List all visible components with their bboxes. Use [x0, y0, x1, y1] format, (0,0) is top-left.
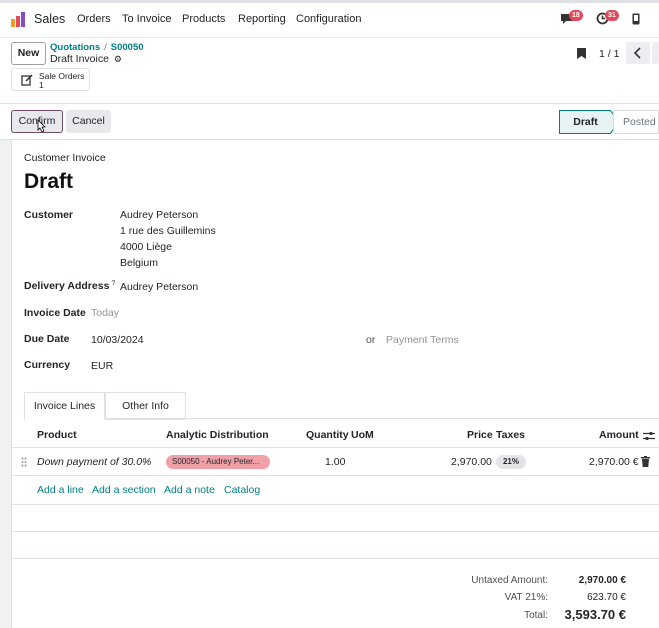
col-taxes[interactable]: Taxes [496, 429, 525, 441]
breadcrumb-separator: / [104, 42, 107, 53]
invoice-date-input[interactable]: Today [91, 307, 119, 319]
sales-app-icon[interactable] [11, 12, 27, 27]
col-analytic[interactable]: Analytic Distribution [166, 429, 269, 441]
currency-value[interactable]: EUR [91, 360, 113, 372]
pager-value: 1 / 1 [599, 48, 620, 60]
top-navbar: Sales Orders To Invoice Products Reporti… [0, 0, 659, 38]
breadcrumb-order[interactable]: S00050 [111, 42, 144, 53]
due-date-input[interactable]: 10/03/2024 [91, 334, 144, 346]
col-amount[interactable]: Amount [599, 429, 639, 441]
smart-button-count: 1 [39, 80, 44, 90]
notebook-tabs: Invoice Lines Other Info [24, 392, 659, 420]
chevron-left-icon [633, 47, 641, 59]
due-date-label: Due Date [24, 333, 70, 345]
row-divider [12, 504, 659, 505]
vat-label: VAT 21%: [504, 592, 548, 603]
document-name: Draft [24, 170, 74, 193]
mouse-cursor-icon [37, 119, 46, 133]
total-value: 3,593.70 € [564, 607, 626, 622]
menu-products[interactable]: Products [182, 13, 225, 25]
add-section-link[interactable]: Add a section [92, 484, 156, 496]
status-draft[interactable]: Draft [559, 110, 611, 134]
status-bar: Draft Posted [559, 110, 659, 134]
chat-badge: 18 [569, 10, 583, 21]
tax-tag[interactable]: 21% [496, 455, 526, 469]
vat-value: 623.70 € [587, 592, 626, 603]
column-settings-icon[interactable] [643, 431, 655, 441]
help-icon[interactable]: ? [111, 280, 115, 287]
customer-city: 4000 Liège [120, 241, 172, 253]
customer-name[interactable]: Audrey Peterson [120, 209, 198, 221]
customer-label: Customer [24, 209, 74, 221]
customer-street: 1 rue des Guillemins [120, 225, 216, 237]
catalog-link[interactable]: Catalog [224, 484, 260, 496]
currency-label: Currency [24, 359, 71, 371]
col-quantity[interactable]: Quantity [306, 429, 349, 441]
breadcrumb: Quotations / S00050 [50, 42, 144, 53]
activity-badge: 31 [605, 10, 619, 21]
or-label: or [366, 334, 376, 346]
new-button[interactable]: New [11, 42, 46, 65]
control-panel: New Quotations / S00050 Draft Invoice ⚙ Sa… [0, 38, 659, 104]
payment-terms-input[interactable]: Payment Terms [386, 334, 459, 346]
untaxed-amount-label: Untaxed Amount: [471, 575, 548, 586]
sale-orders-smart-button[interactable]: Sale Orders 1 [11, 68, 90, 91]
line-amount: 2,970.00 € [589, 456, 639, 468]
drag-handle-icon[interactable] [21, 457, 27, 467]
pager-previous-button[interactable] [626, 42, 650, 64]
untaxed-amount-value: 2,970.00 € [578, 575, 626, 586]
lines-table-header: Product Analytic Distribution Quantity U… [12, 422, 659, 448]
line-quantity[interactable]: 1.00 [325, 456, 345, 468]
delivery-address-label: Delivery Address? [24, 280, 116, 292]
menu-to-invoice[interactable]: To Invoice [122, 13, 172, 25]
breadcrumb-quotations[interactable]: Quotations [50, 42, 100, 53]
status-action-bar: Confirm Cancel Draft Posted [0, 104, 659, 140]
tab-other-info[interactable]: Other Info [105, 392, 186, 420]
analytic-tag[interactable]: S00050 - Audrey Peter... [166, 455, 270, 469]
customer-country: Belgium [120, 257, 158, 269]
bookmark-icon[interactable] [577, 48, 586, 59]
menu-reporting[interactable]: Reporting [238, 13, 286, 25]
top-accent-bar [0, 0, 659, 3]
invoice-form-sheet: Customer Invoice Draft Customer Audrey P… [11, 140, 659, 628]
col-product[interactable]: Product [37, 429, 77, 441]
gear-icon[interactable]: ⚙ [114, 54, 122, 64]
row-divider [12, 531, 659, 532]
edit-document-icon [21, 74, 33, 86]
delivery-address-label-text: Delivery Address [24, 280, 110, 292]
cancel-button[interactable]: Cancel [66, 110, 111, 133]
total-label: Total: [524, 610, 548, 621]
phone-icon[interactable] [632, 13, 640, 25]
invoice-date-label: Invoice Date [24, 307, 86, 319]
trash-icon[interactable] [641, 456, 650, 467]
app-name[interactable]: Sales [34, 12, 65, 26]
tab-invoice-lines[interactable]: Invoice Lines [24, 392, 105, 420]
col-uom[interactable]: UoM [351, 429, 374, 441]
table-row[interactable]: Down payment of 30.0% S00050 - Audrey Pe… [12, 448, 659, 476]
document-type: Customer Invoice [24, 152, 106, 164]
smart-button-label: Sale Orders [39, 71, 85, 81]
col-price[interactable]: Price [467, 429, 493, 441]
line-price[interactable]: 2,970.00 [451, 456, 492, 468]
menu-configuration[interactable]: Configuration [296, 13, 361, 25]
delivery-address-value[interactable]: Audrey Peterson [120, 281, 198, 293]
add-line-link[interactable]: Add a line [37, 484, 84, 496]
pager-next-button[interactable] [652, 42, 659, 64]
line-product[interactable]: Down payment of 30.0% [37, 456, 151, 468]
add-note-link[interactable]: Add a note [164, 484, 215, 496]
status-posted[interactable]: Posted [613, 110, 659, 134]
record-title-text: Draft Invoice [50, 53, 109, 65]
row-divider [12, 558, 659, 559]
record-title: Draft Invoice ⚙ [50, 53, 122, 65]
menu-orders[interactable]: Orders [77, 13, 111, 25]
